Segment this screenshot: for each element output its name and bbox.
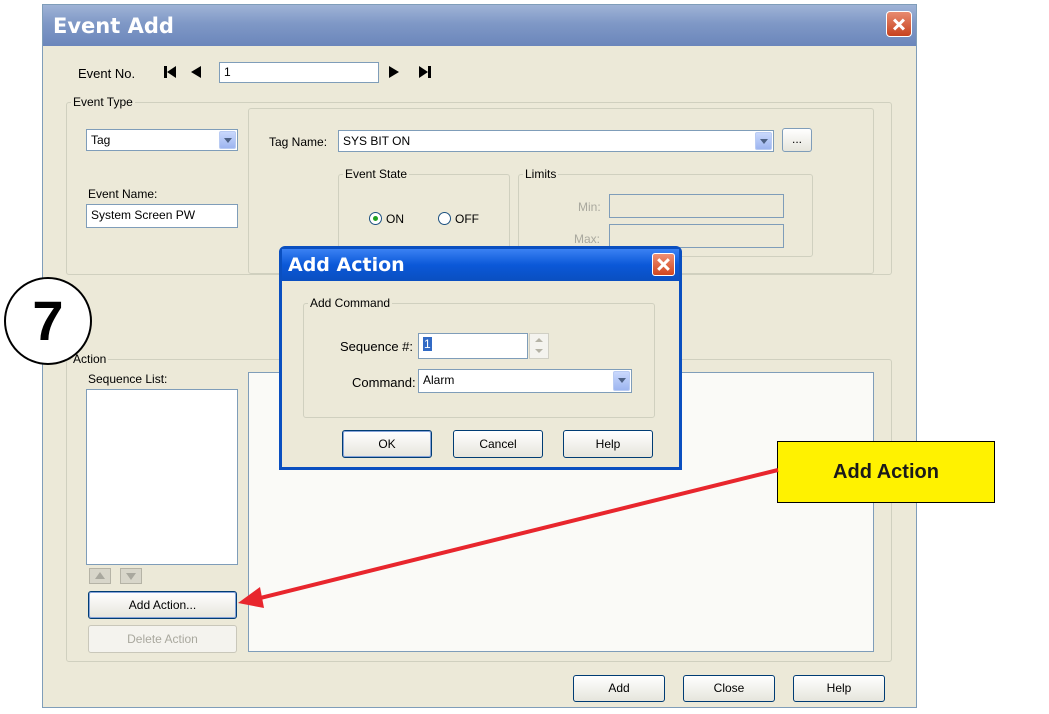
min-field[interactable] — [609, 194, 784, 218]
dropdown-arrow-icon[interactable] — [613, 371, 630, 391]
sequence-number-value: 1 — [423, 337, 432, 351]
add-action-button[interactable]: Add Action... — [88, 591, 237, 619]
command-select[interactable]: Alarm — [418, 369, 632, 393]
close-icon[interactable] — [652, 253, 675, 276]
next-record-icon[interactable] — [388, 65, 400, 79]
event-type-value: Tag — [91, 133, 111, 147]
tag-name-value: SYS BIT ON — [343, 134, 411, 148]
max-field[interactable] — [609, 224, 784, 248]
state-off-label: OFF — [455, 212, 479, 226]
window-title: Event Add — [53, 14, 174, 38]
event-type-select[interactable]: Tag — [86, 129, 238, 151]
prev-record-icon[interactable] — [190, 65, 202, 79]
dropdown-arrow-icon[interactable] — [219, 131, 236, 149]
dropdown-arrow-icon[interactable] — [755, 132, 772, 150]
dialog-title: Add Action — [288, 254, 405, 276]
event-no-label: Event No. — [78, 66, 136, 81]
sequence-list[interactable] — [86, 389, 238, 565]
limits-legend: Limits — [525, 167, 557, 181]
max-label: Max: — [574, 232, 601, 246]
command-label: Command: — [352, 375, 416, 390]
add-command-legend: Add Command — [310, 296, 391, 310]
event-state-legend: Event State — [345, 167, 408, 181]
last-record-icon[interactable] — [418, 65, 432, 79]
ok-button[interactable]: OK — [342, 430, 432, 458]
first-record-icon[interactable] — [163, 65, 177, 79]
command-value: Alarm — [423, 373, 455, 387]
spin-up-icon[interactable] — [529, 333, 549, 359]
tag-name-label: Tag Name: — [269, 135, 328, 149]
sequence-number-label: Sequence #: — [340, 339, 414, 354]
event-name-field[interactable]: System Screen PW — [86, 204, 238, 228]
move-up-icon[interactable] — [89, 568, 111, 584]
step-number-badge: 7 — [4, 277, 92, 365]
callout-arrow — [238, 468, 779, 608]
event-type-legend: Event Type — [73, 95, 133, 109]
browse-tag-button[interactable]: ... — [782, 128, 812, 152]
dialog-title-bar[interactable]: Add Action — [282, 249, 679, 281]
close-icon[interactable] — [886, 11, 912, 37]
state-on-radio[interactable] — [369, 212, 382, 225]
help-button[interactable]: Help — [793, 675, 885, 702]
add-action-callout: Add Action — [777, 441, 995, 503]
sequence-list-label: Sequence List: — [88, 372, 168, 386]
add-button[interactable]: Add — [573, 675, 665, 702]
state-on-label: ON — [386, 212, 404, 226]
delete-action-button[interactable]: Delete Action — [88, 625, 237, 653]
close-button[interactable]: Close — [683, 675, 775, 702]
dialog-help-button[interactable]: Help — [563, 430, 653, 458]
title-bar[interactable]: Event Add — [43, 5, 916, 46]
move-down-icon[interactable] — [120, 568, 142, 584]
min-label: Min: — [578, 200, 601, 214]
sequence-number-field[interactable]: 1 — [418, 333, 528, 359]
tag-name-select[interactable]: SYS BIT ON — [338, 130, 774, 152]
event-state-group: Event State — [338, 167, 510, 257]
event-no-field[interactable]: 1 — [219, 62, 379, 83]
event-name-label: Event Name: — [88, 187, 158, 201]
cancel-button[interactable]: Cancel — [453, 430, 543, 458]
state-off-radio[interactable] — [438, 212, 451, 225]
